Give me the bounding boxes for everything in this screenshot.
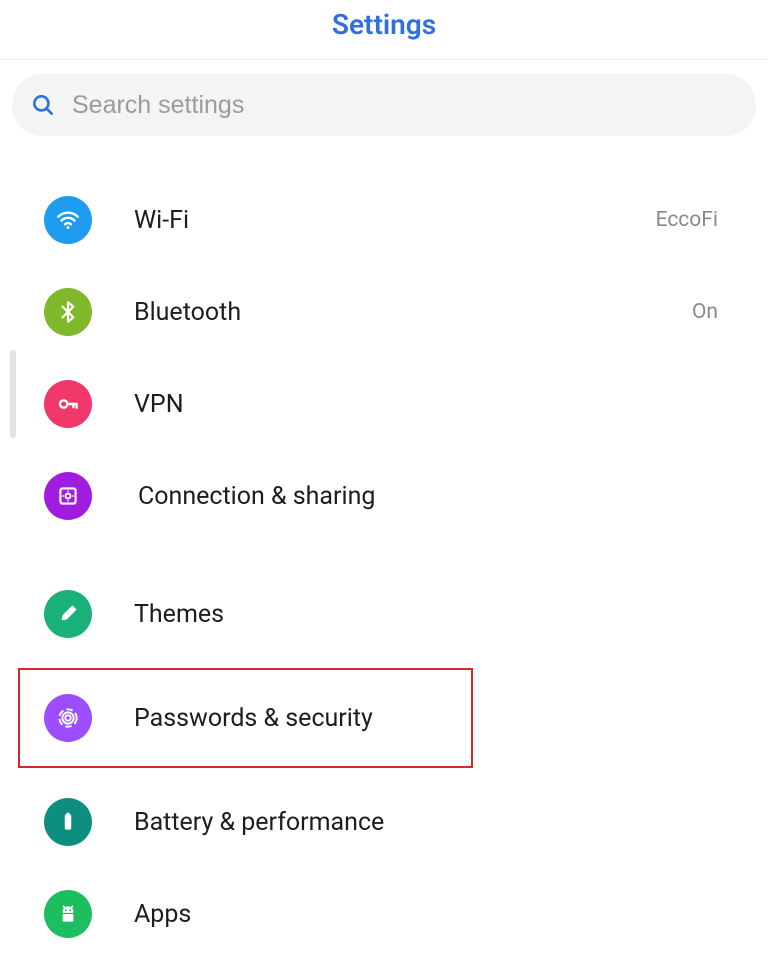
settings-item-label: VPN [134, 390, 724, 419]
settings-item-vpn[interactable]: VPN [0, 358, 768, 450]
settings-item-value: On [692, 300, 724, 324]
settings-item-themes[interactable]: Themes [0, 568, 768, 660]
page-title: Settings [332, 8, 436, 41]
settings-item-passwords-security[interactable]: Passwords & security [0, 672, 768, 764]
settings-item-label: Bluetooth [134, 298, 692, 327]
battery-icon [44, 798, 92, 846]
settings-item-label: Themes [134, 600, 724, 629]
section-gap [0, 542, 768, 568]
android-icon [44, 890, 92, 938]
settings-item-label: Passwords & security [134, 704, 724, 733]
fingerprint-icon [44, 694, 92, 742]
settings-item-value: EccoFi [656, 208, 724, 232]
brush-icon [44, 590, 92, 638]
search-input[interactable] [72, 91, 738, 120]
settings-item-battery[interactable]: Battery & performance [0, 776, 768, 868]
settings-item-connection-sharing[interactable]: Connection & sharing [0, 450, 768, 542]
header: Settings [0, 0, 768, 59]
key-icon [44, 380, 92, 428]
settings-item-label: Connection & sharing [138, 482, 724, 511]
settings-item-apps[interactable]: Apps [0, 868, 768, 960]
settings-item-label: Battery & performance [134, 808, 724, 837]
gear-box-icon [44, 472, 92, 520]
settings-item-label: Wi-Fi [134, 206, 656, 235]
wifi-icon [44, 196, 92, 244]
settings-item-wifi[interactable]: Wi-Fi EccoFi [0, 174, 768, 266]
search-bar[interactable] [12, 74, 756, 136]
bluetooth-icon [44, 288, 92, 336]
settings-list: Wi-Fi EccoFi Bluetooth On VPN Connection… [0, 148, 768, 960]
header-divider [0, 59, 768, 60]
settings-item-label: Apps [134, 900, 724, 929]
search-icon [30, 92, 56, 118]
settings-item-bluetooth[interactable]: Bluetooth On [0, 266, 768, 358]
